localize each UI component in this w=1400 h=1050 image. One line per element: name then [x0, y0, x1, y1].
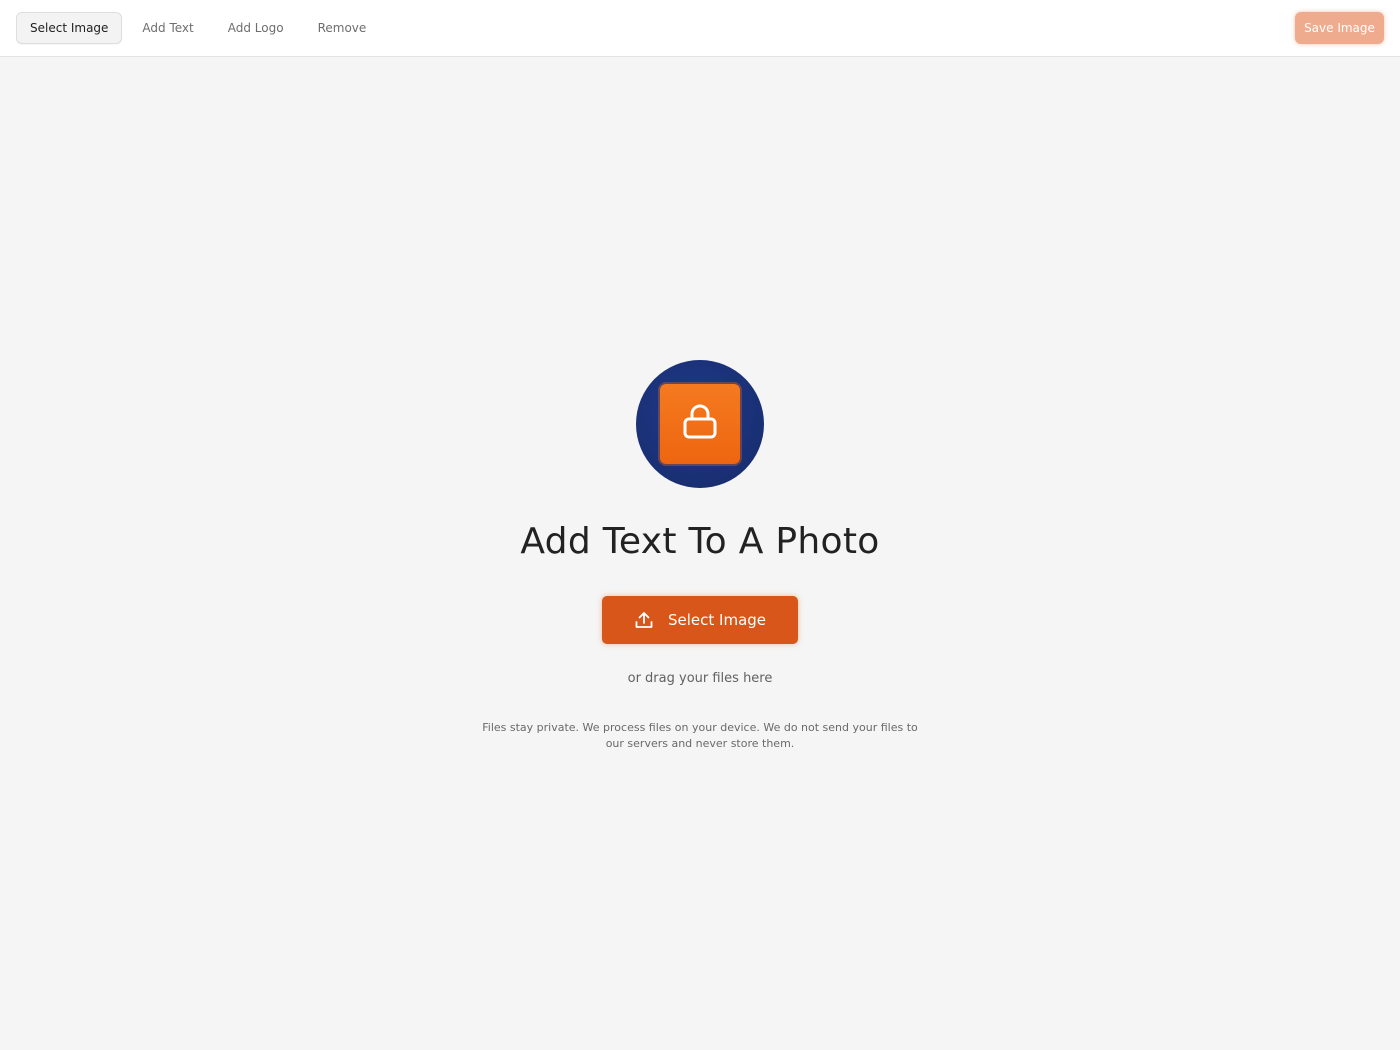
- tool-tabs: Select Image Add Text Add Logo Remove: [16, 12, 386, 44]
- tab-remove[interactable]: Remove: [304, 12, 381, 44]
- tab-add-logo[interactable]: Add Logo: [214, 12, 298, 44]
- tab-add-text[interactable]: Add Text: [128, 12, 207, 44]
- tab-select-image[interactable]: Select Image: [16, 12, 123, 44]
- top-toolbar: Select Image Add Text Add Logo Remove Sa…: [0, 0, 1400, 57]
- select-image-button-label: Select Image: [667, 611, 767, 629]
- logo-badge: [660, 384, 740, 464]
- page-title: Add Text To A Photo: [520, 521, 880, 562]
- save-image-button[interactable]: Save Image: [1295, 12, 1384, 44]
- privacy-note: Files stay private. We process files on …: [482, 721, 918, 750]
- drag-hint: or drag your files here: [627, 671, 773, 686]
- upload-icon: [634, 610, 654, 630]
- lock-icon: [682, 402, 718, 446]
- upload-area[interactable]: Add Text To A Photo Select Image or drag…: [0, 360, 1400, 752]
- select-image-button[interactable]: Select Image: [602, 596, 798, 644]
- app-logo: [636, 360, 764, 488]
